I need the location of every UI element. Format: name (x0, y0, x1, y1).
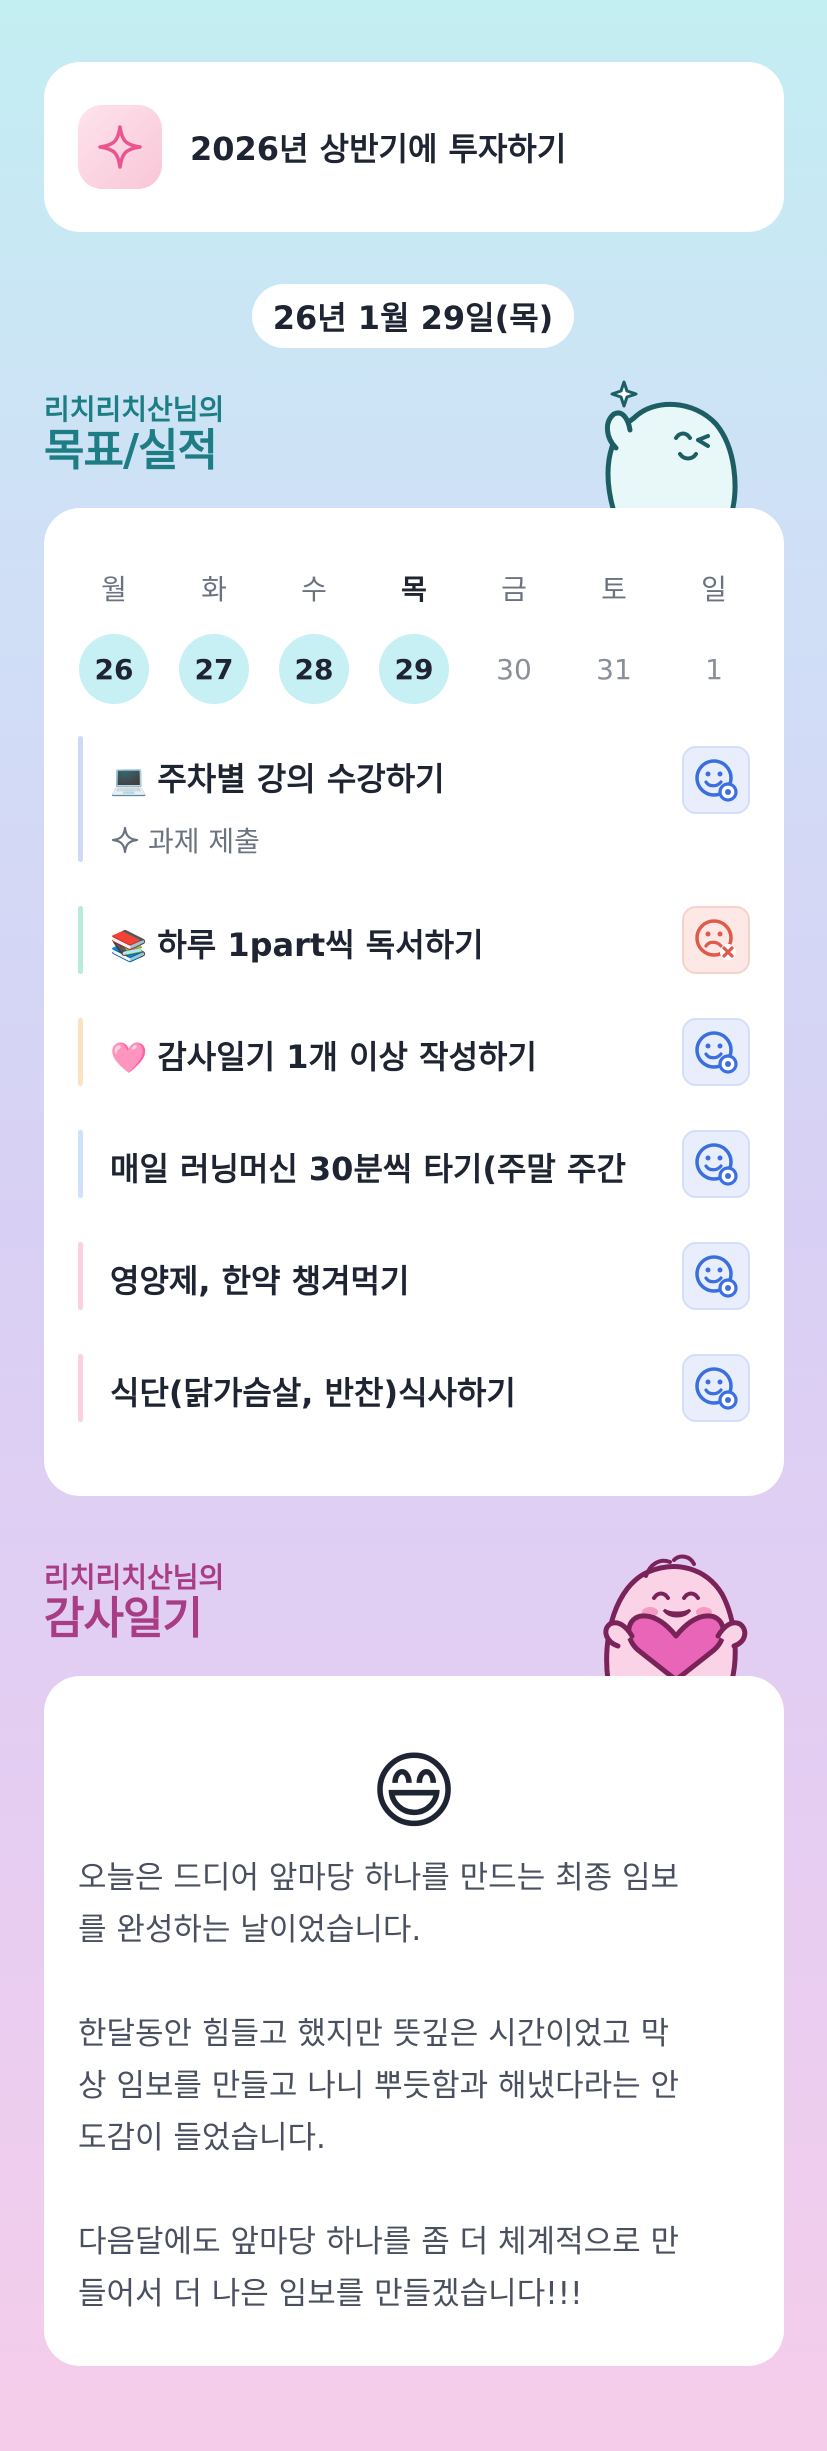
task-label-text: 식단(닭가슴살, 반찬)식사하기 (110, 1374, 516, 1412)
task-label: 💻 주차별 강의 수강하기 (110, 754, 670, 800)
task-label: 🩷 감사일기 1개 이상 작성하기 (110, 1032, 670, 1078)
task-item[interactable]: 📚 하루 1part씩 독서하기 (78, 906, 750, 974)
task-sub-label: 과제 제출 (148, 825, 260, 858)
books-icon: 📚 (110, 929, 148, 964)
day-name: 토 (601, 573, 627, 606)
task-item[interactable]: 영양제, 한약 챙겨먹기 (78, 1242, 750, 1310)
smile-face-status-icon[interactable] (682, 1130, 750, 1198)
task-item[interactable]: 💻 주차별 강의 수강하기 과제 제출 (78, 736, 750, 862)
day-number-today[interactable]: 29 (379, 634, 449, 704)
diary-section-title: 감사일기 (44, 1593, 203, 1644)
day-name: 수 (301, 573, 327, 606)
task-color-bar (78, 1018, 83, 1086)
task-color-bar (78, 1242, 83, 1310)
date-pill[interactable]: 26년 1월 29일(목) (252, 284, 574, 348)
goals-card: 월 26 화 27 수 28 목 29 금 30 토 31 일 1 💻 주차별 … (44, 508, 784, 1496)
laptop-icon: 💻 (110, 763, 148, 798)
day-name: 금 (501, 573, 527, 606)
diary-text: 오늘은 드디어 앞마당 하나를 만드는 최종 임보 를 완성하는 날이었습니다.… (78, 1860, 680, 2312)
task-item[interactable]: 식단(닭가슴살, 반찬)식사하기 (78, 1354, 750, 1422)
task-label-text: 감사일기 1개 이상 작성하기 (157, 1038, 537, 1076)
task-label-text: 영양제, 한약 챙겨먹기 (110, 1262, 410, 1300)
day-name: 월 (101, 573, 127, 606)
task-label-text: 하루 1part씩 독서하기 (157, 926, 484, 964)
task-color-bar (78, 906, 83, 974)
goals-section-subtitle: 리치리치산님의 (44, 393, 225, 426)
task-label: 영양제, 한약 챙겨먹기 (110, 1256, 670, 1302)
day-column[interactable]: 목 29 (378, 568, 450, 704)
day-number[interactable]: 31 (579, 634, 649, 704)
day-name: 화 (201, 573, 227, 606)
sparkle-outline-icon (111, 826, 139, 854)
goal-card[interactable]: 2026년 상반기에 투자하기 (44, 62, 784, 232)
diary-section-heading: 리치리치산님의 감사일기 (44, 1556, 224, 1642)
smile-face-status-icon[interactable] (682, 1018, 750, 1086)
smile-face-status-icon[interactable] (682, 1242, 750, 1310)
sparkle-icon (78, 105, 162, 189)
goals-section-heading: 리치리치산님의 목표/실적 (44, 388, 224, 474)
task-color-bar (78, 736, 83, 862)
task-subitem: 과제 제출 (110, 820, 260, 860)
task-color-bar (78, 1130, 83, 1198)
task-item[interactable]: 매일 러닝머신 30분씩 타기(주말 주간 (78, 1130, 750, 1198)
goals-section-title: 목표/실적 (44, 425, 218, 476)
day-column[interactable]: 금 30 (478, 568, 550, 704)
task-label: 📚 하루 1part씩 독서하기 (110, 920, 670, 966)
grinning-face-icon: 😄 (370, 1742, 458, 1840)
goal-title: 2026년 상반기에 투자하기 (190, 130, 567, 168)
day-name: 일 (701, 573, 727, 606)
day-column[interactable]: 화 27 (178, 568, 250, 704)
day-number[interactable]: 26 (79, 634, 149, 704)
day-number[interactable]: 27 (179, 634, 249, 704)
heart-mascot-icon (603, 1554, 748, 1680)
day-number[interactable]: 28 (279, 634, 349, 704)
day-number[interactable]: 30 (479, 634, 549, 704)
day-column[interactable]: 토 31 (578, 568, 650, 704)
task-label: 식단(닭가슴살, 반찬)식사하기 (110, 1368, 670, 1414)
ghost-mascot-icon (605, 380, 738, 512)
smile-face-status-icon[interactable] (682, 1354, 750, 1422)
day-column[interactable]: 수 28 (278, 568, 350, 704)
diary-section-subtitle: 리치리치산님의 (44, 1561, 225, 1594)
week-calendar: 월 26 화 27 수 28 목 29 금 30 토 31 일 1 (78, 568, 750, 704)
sad-face-status-icon[interactable] (682, 906, 750, 974)
task-item[interactable]: 🩷 감사일기 1개 이상 작성하기 (78, 1018, 750, 1086)
diary-card: 😄 오늘은 드디어 앞마당 하나를 만드는 최종 임보 를 완성하는 날이었습니… (44, 1676, 784, 2366)
task-label: 매일 러닝머신 30분씩 타기(주말 주간 (110, 1144, 670, 1190)
day-number[interactable]: 1 (679, 634, 749, 704)
task-color-bar (78, 1354, 83, 1422)
task-label-text: 매일 러닝머신 30분씩 타기(주말 주간 (110, 1150, 626, 1188)
task-label-text: 주차별 강의 수강하기 (157, 760, 445, 798)
day-name-today: 목 (401, 573, 427, 606)
day-column[interactable]: 월 26 (78, 568, 150, 704)
pink-heart-icon: 🩷 (110, 1041, 148, 1076)
smile-face-status-icon[interactable] (682, 746, 750, 814)
day-column[interactable]: 일 1 (678, 568, 750, 704)
